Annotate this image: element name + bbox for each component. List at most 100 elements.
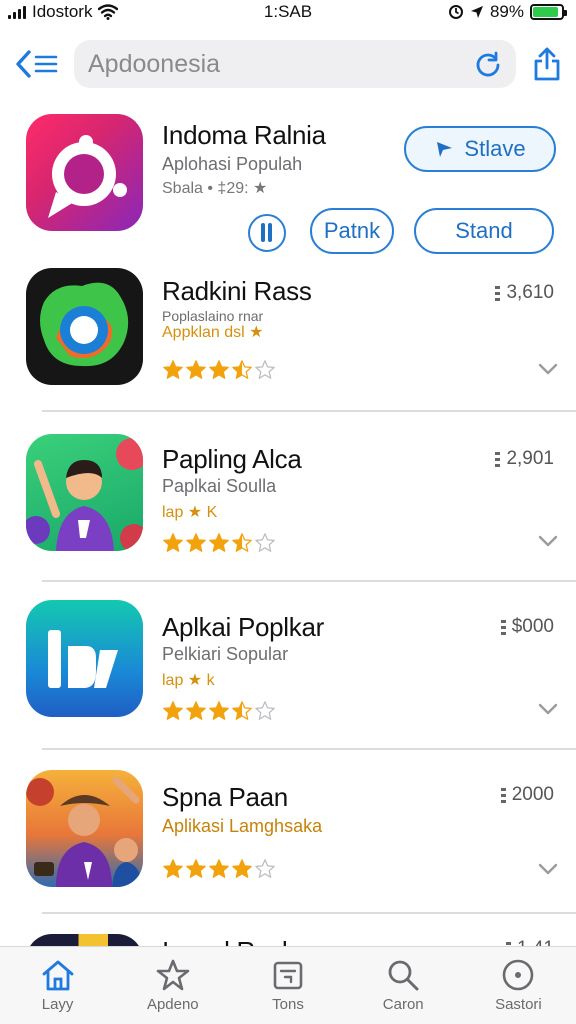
tertiary-button[interactable]: Stand — [414, 208, 554, 254]
tab-4[interactable]: Sastori — [461, 947, 576, 1024]
tertiary-button-label: Stand — [455, 218, 513, 243]
review-count: $000 — [500, 616, 554, 638]
app-meta: Sbala • ‡29: ★ — [162, 180, 268, 197]
rating-star-icon — [163, 701, 183, 720]
tab-label: Sastori — [495, 996, 542, 1013]
list-item[interactable]: Spna Paan Aplikasi Lamghsaka 2000 — [0, 750, 576, 914]
chevron-down-icon[interactable] — [538, 862, 558, 876]
app-title: Iaecel Rach — [162, 936, 296, 946]
list-bars-icon — [495, 451, 501, 467]
tab-2[interactable]: Tons — [230, 947, 345, 1024]
search-bar — [74, 40, 516, 88]
rating-star-icon — [209, 533, 229, 552]
list-item[interactable]: Radkini Rass Poplaslaino rnar Appklan ds… — [0, 264, 576, 414]
character-logo-icon — [26, 438, 143, 551]
blob-logo-icon — [40, 282, 129, 367]
rating-star-icon — [255, 360, 275, 379]
rating-star-icon — [163, 859, 183, 878]
tab-label: Layy — [41, 996, 74, 1013]
review-count: 1,41 — [506, 938, 554, 946]
download-button[interactable] — [248, 214, 286, 252]
status-time: 1:SAB — [263, 2, 313, 21]
list-item[interactable]: Indoma Ralnia Aplohasi Populah Sbala • ‡… — [0, 104, 576, 264]
rating-star-icon — [209, 360, 229, 379]
list-item[interactable]: Aplkai Poplkar Pelkiari Sopular lap ★ k … — [0, 582, 576, 750]
review-count: 2,901 — [495, 448, 554, 470]
rating-star-icon — [186, 859, 206, 878]
tab-label: Tons — [272, 996, 304, 1013]
play-icon — [437, 142, 453, 157]
tab-3[interactable]: Caron — [346, 947, 461, 1024]
app-title: Aplkai Poplkar — [162, 612, 324, 642]
app-title: Indoma Ralnia — [162, 120, 326, 150]
list-item[interactable]: Iaecel Rach 1,41 — [0, 914, 576, 946]
rating-star-icon — [232, 701, 252, 720]
review-count: 2000 — [500, 784, 554, 806]
chevron-left-icon — [16, 50, 31, 78]
battery-level — [533, 7, 558, 17]
app-icon-radkini — [26, 268, 143, 385]
rating-star-icon — [163, 533, 183, 552]
chat-logo-icon — [48, 135, 127, 218]
rating-stars — [162, 359, 276, 381]
search-icon — [388, 960, 419, 991]
app-meta: lap ★ K — [162, 504, 218, 521]
tab-label: Caron — [382, 996, 424, 1013]
app-subtitle: Paplkai Soulla — [162, 476, 277, 496]
list-item[interactable]: Papling Alca Paplkai Soulla lap ★ K 2,90… — [0, 414, 576, 582]
app-icon-aplkai — [26, 600, 143, 717]
chevron-down-icon[interactable] — [538, 362, 558, 376]
review-count-value: 2,901 — [506, 448, 554, 469]
chevron-down-icon[interactable] — [538, 534, 558, 548]
letter-logo-icon — [48, 630, 118, 688]
review-count-value: 3,610 — [506, 282, 554, 303]
list-icon — [34, 55, 58, 73]
list-bars-icon — [500, 787, 506, 803]
share-icon — [534, 47, 560, 81]
rating-star-icon — [232, 859, 252, 878]
review-count-value: 1,41 — [517, 938, 554, 946]
rating-star-icon — [163, 360, 183, 379]
rating-star-icon — [255, 533, 275, 552]
tab-1[interactable]: Apdeno — [115, 947, 230, 1024]
wifi-icon — [98, 4, 119, 20]
app-subtitle: Aplikasi Lamghsaka — [162, 816, 323, 836]
get-button[interactable]: Stlave — [404, 126, 556, 172]
rating-star-icon — [255, 701, 275, 720]
back-button[interactable] — [14, 49, 58, 79]
reload-icon — [476, 51, 500, 77]
chevron-down-icon[interactable] — [538, 702, 558, 716]
get-button-label: Stlave — [464, 136, 526, 161]
review-count-value: $000 — [511, 616, 554, 637]
battery-percent: 89% — [489, 2, 524, 21]
app-subtitle: Aplohasi Populah — [162, 154, 303, 174]
rating-stars — [162, 532, 276, 554]
app-meta: lap ★ k — [162, 672, 215, 689]
status-left: Idostork — [8, 2, 119, 22]
carrier-name: Idostork — [32, 2, 93, 21]
divider — [42, 410, 576, 412]
app-icon-papling — [26, 434, 143, 551]
signal-icon — [8, 5, 26, 19]
rating-star-icon — [186, 533, 206, 552]
tab-0[interactable]: Layy — [0, 947, 115, 1024]
rating-stars — [162, 858, 276, 880]
app-icon-spna — [26, 770, 143, 887]
share-button[interactable] — [532, 47, 562, 81]
review-count-value: 2000 — [511, 784, 554, 805]
secondary-button[interactable]: Patnk — [310, 208, 394, 254]
star-icon — [156, 959, 190, 991]
app-title: Radkini Rass — [162, 276, 312, 306]
reload-button[interactable] — [474, 50, 502, 78]
app-subtitle: Pelkiari Sopular — [162, 644, 289, 664]
rating-star-icon — [209, 859, 229, 878]
list-bars-icon — [500, 619, 506, 635]
app-icon-indoma — [26, 114, 143, 231]
status-right: 89% — [448, 2, 567, 22]
app-title: Spna Paan — [162, 782, 288, 812]
rating-star-icon — [186, 701, 206, 720]
search-input[interactable] — [88, 49, 474, 79]
nav-bar — [0, 36, 576, 92]
battery-icon — [530, 4, 567, 20]
box-icon — [273, 961, 303, 990]
